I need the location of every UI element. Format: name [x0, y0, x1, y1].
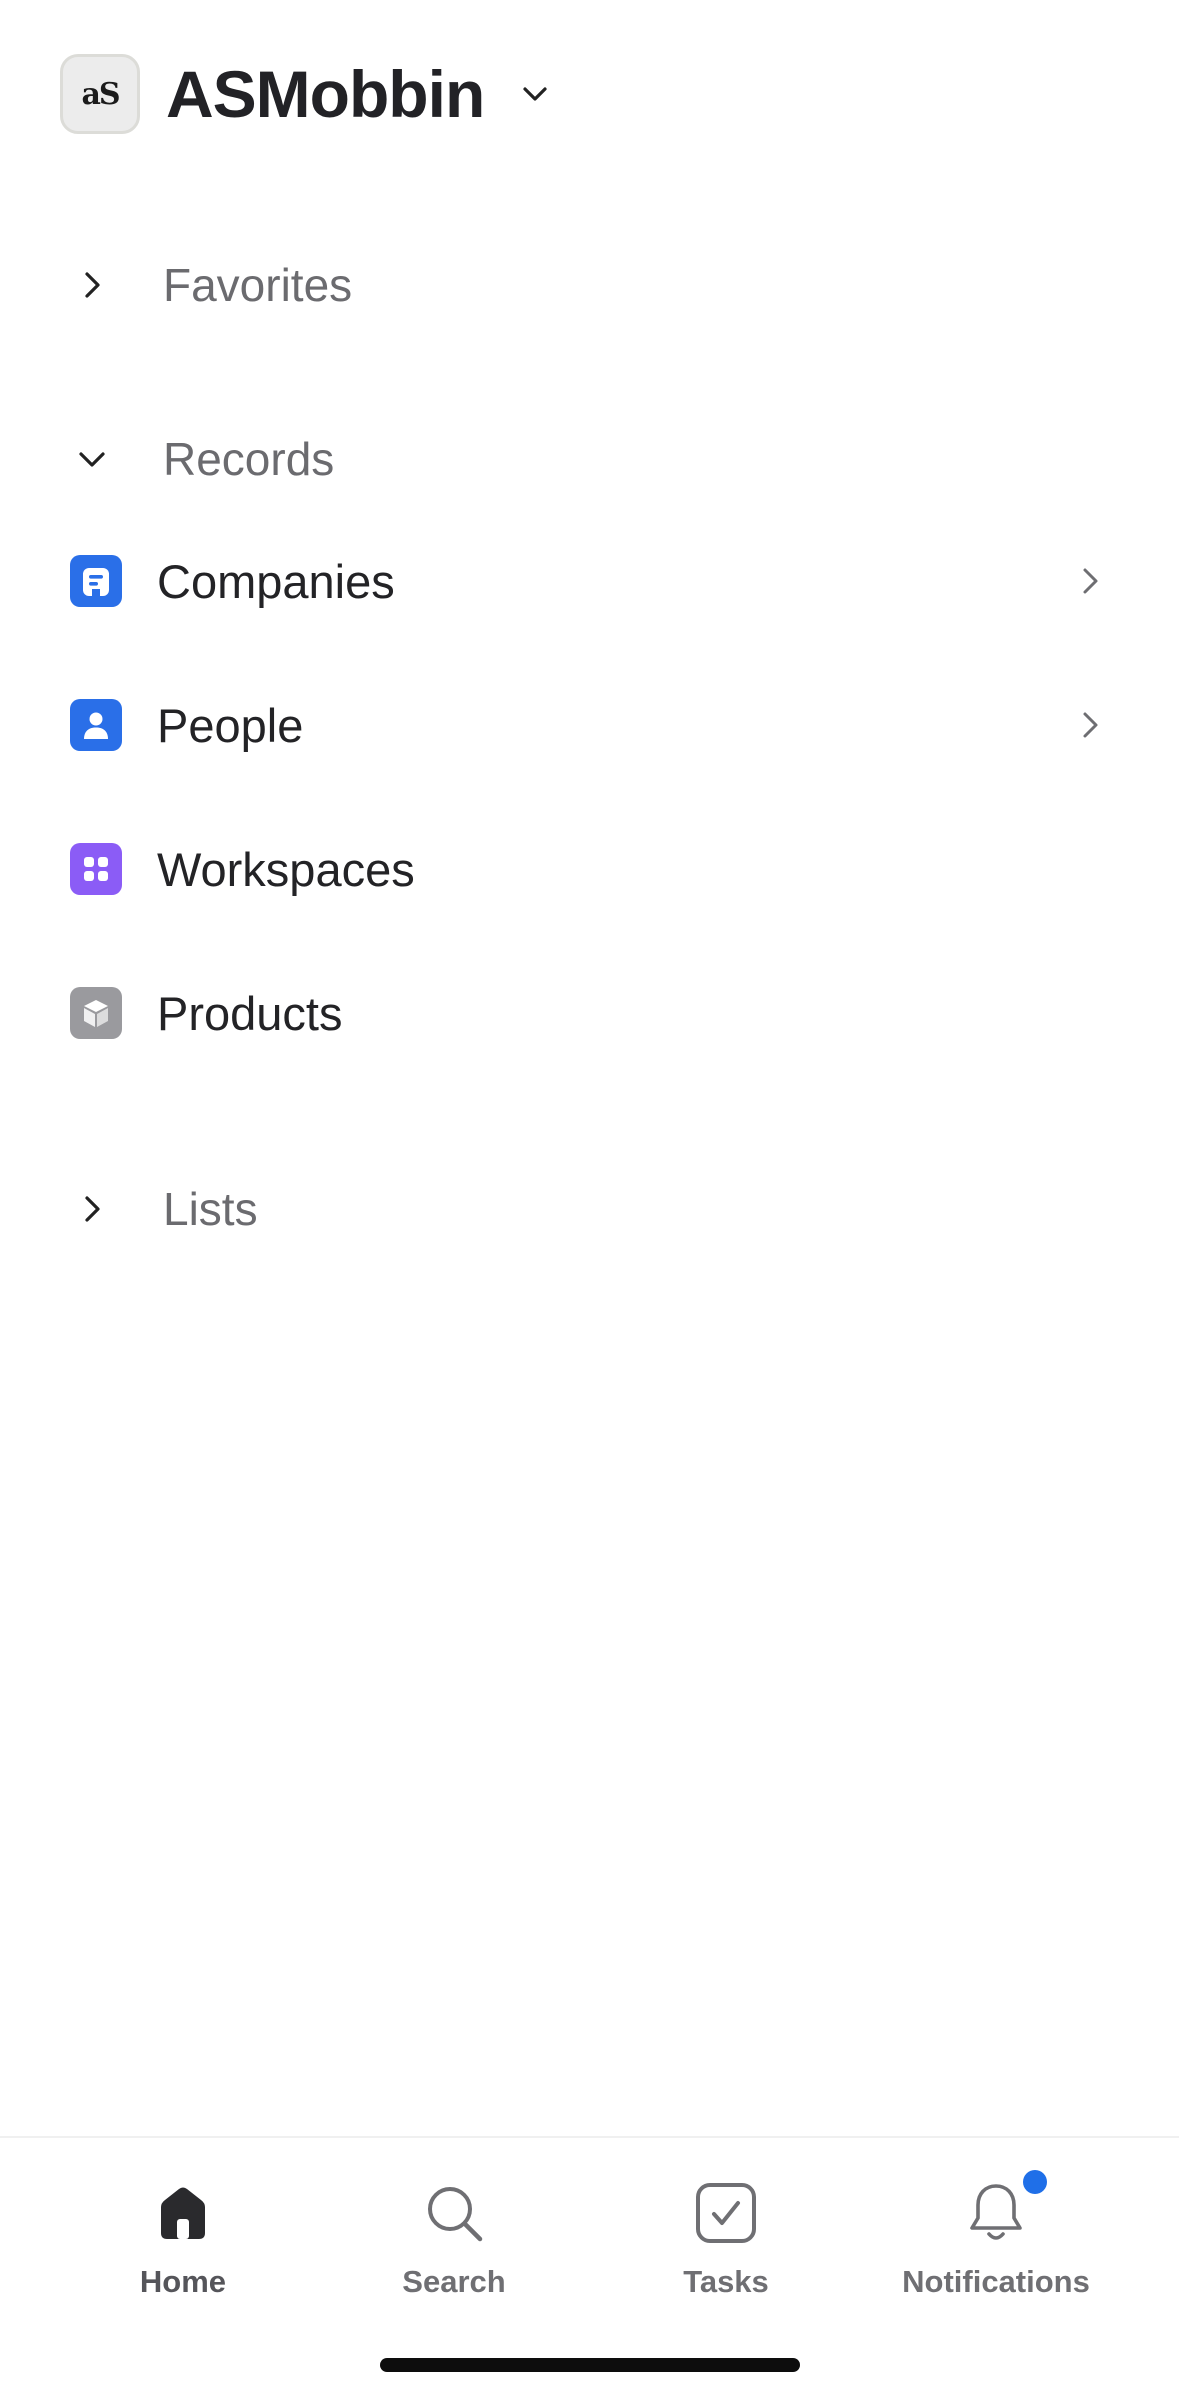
building-icon — [70, 555, 122, 607]
record-label-workspaces: Workspaces — [157, 842, 415, 896]
section-lists[interactable]: Lists — [72, 1174, 258, 1244]
cube-icon — [70, 987, 122, 1039]
tab-tasks[interactable]: Tasks — [626, 2178, 826, 2300]
tab-label-home: Home — [139, 2264, 227, 2299]
chevron-down-icon[interactable] — [518, 77, 552, 111]
bottom-tab-bar: Home Search Tasks Notifications — [0, 2136, 1179, 2396]
search-icon — [419, 2178, 489, 2248]
home-screen: aS ASMobbin Favorites Records Companies … — [0, 0, 1179, 2396]
workspace-logo-text: aS — [81, 76, 120, 112]
workspace-logo: aS — [60, 54, 140, 134]
record-item-products[interactable]: Products — [70, 963, 1110, 1063]
record-label-people: People — [157, 698, 304, 752]
section-label-favorites: Favorites — [163, 259, 353, 311]
person-icon — [70, 699, 122, 751]
home-indicator — [380, 2358, 800, 2372]
chevron-right-icon — [72, 1189, 112, 1229]
workspace-switcher[interactable]: aS ASMobbin — [60, 52, 552, 136]
chevron-right-icon — [1070, 705, 1110, 745]
record-item-workspaces[interactable]: Workspaces — [70, 819, 1110, 919]
workspace-name[interactable]: ASMobbin — [166, 56, 485, 132]
chevron-right-icon — [1070, 561, 1110, 601]
tab-notifications[interactable]: Notifications — [896, 2170, 1096, 2300]
chevron-right-icon — [72, 265, 112, 305]
checkbox-icon — [691, 2178, 761, 2248]
chevron-down-icon — [72, 439, 112, 479]
record-item-companies[interactable]: Companies — [70, 531, 1110, 631]
tab-label-tasks: Tasks — [683, 2264, 769, 2299]
record-label-products: Products — [157, 986, 343, 1040]
tab-home[interactable]: Home — [83, 2178, 283, 2300]
home-icon — [148, 2178, 218, 2248]
section-favorites[interactable]: Favorites — [72, 250, 352, 320]
bell-icon — [961, 2170, 1047, 2248]
tab-label-notifications: Notifications — [902, 2264, 1090, 2299]
section-records[interactable]: Records — [72, 424, 334, 494]
section-label-lists: Lists — [163, 1183, 258, 1235]
record-label-companies: Companies — [157, 554, 395, 608]
notification-badge — [1023, 2170, 1047, 2194]
tab-label-search: Search — [402, 2264, 506, 2299]
section-label-records: Records — [163, 433, 335, 485]
grid-icon — [70, 843, 122, 895]
record-item-people[interactable]: People — [70, 675, 1110, 775]
tab-search[interactable]: Search — [354, 2178, 554, 2300]
